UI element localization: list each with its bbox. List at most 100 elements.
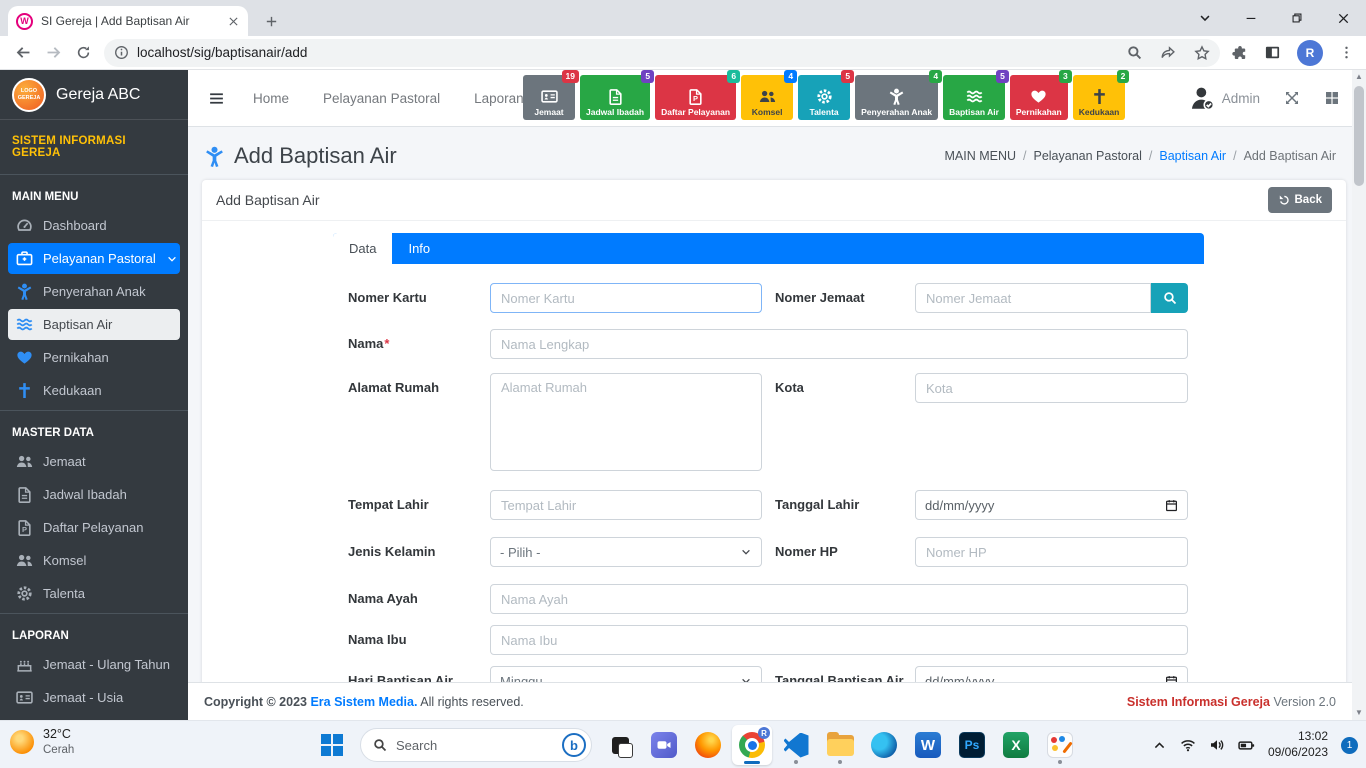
chat-button[interactable] (644, 725, 684, 765)
nama-input[interactable] (490, 329, 1188, 359)
tab-search-icon[interactable] (1182, 0, 1228, 36)
paint-button[interactable] (1040, 725, 1080, 765)
nav-home[interactable]: Home (236, 91, 306, 106)
sidebar-item-kedukaan[interactable]: Kedukaan (8, 375, 180, 406)
sidebar-item-talenta[interactable]: Talenta (8, 578, 180, 609)
forward-icon[interactable] (38, 39, 68, 67)
tile-penyerahan-anak[interactable]: 4 Penyerahan Anak (855, 70, 943, 120)
hamburger-menu-icon[interactable] (208, 90, 225, 108)
bookmark-star-icon[interactable] (1194, 45, 1210, 61)
nomer-kartu-input[interactable] (490, 283, 762, 313)
wifi-icon[interactable] (1180, 737, 1196, 753)
calendar-icon[interactable] (1165, 499, 1178, 512)
nomer-hp-input[interactable] (915, 537, 1188, 567)
tile-kedukaan[interactable]: 2 Kedukaan (1072, 70, 1130, 120)
battery-icon[interactable] (1238, 737, 1255, 754)
reload-icon[interactable] (68, 39, 98, 67)
breadcrumb-baptisan-air[interactable]: Baptisan Air (1159, 149, 1226, 163)
nomer-jemaat-input[interactable] (915, 283, 1151, 313)
file-explorer-button[interactable] (820, 725, 860, 765)
sidebar-brand[interactable]: LOGO GEREJA Gereja ABC (0, 70, 188, 120)
weather-widget[interactable]: 32°C Cerah (10, 727, 74, 757)
fullscreen-expand-icon[interactable] (1284, 90, 1300, 106)
tempat-lahir-input[interactable] (490, 490, 762, 520)
tile-pernikahan[interactable]: 3 Pernikahan (1009, 70, 1072, 120)
volume-icon[interactable] (1209, 737, 1225, 753)
sidebar-item-dashboard[interactable]: Dashboard (8, 210, 180, 241)
sidebar-item-jadwal-ibadah[interactable]: Jadwal Ibadah (8, 479, 180, 510)
firefox-button[interactable] (688, 725, 728, 765)
sidebar-item-jemaat-usia-filter[interactable]: Jemaat - Usia (Filter) (8, 715, 180, 720)
file-p-icon (689, 88, 702, 105)
tray-chevron-up-icon[interactable] (1152, 738, 1167, 753)
tile-daftar-pelayanan[interactable]: 6 Daftar Pelayanan (655, 70, 741, 120)
tile-komsel[interactable]: 4 Komsel (741, 70, 798, 120)
tanggal-lahir-date-input[interactable]: dd/mm/yyyy (915, 490, 1188, 520)
nama-ayah-input[interactable] (490, 584, 1188, 614)
jenis-kelamin-select[interactable]: - Pilih - (490, 537, 762, 567)
photoshop-button[interactable]: Ps (952, 725, 992, 765)
page-scrollbar[interactable]: ▲ ▼ (1352, 70, 1366, 720)
tile-jadwal-ibadah[interactable]: 5 Jadwal Ibadah (580, 70, 655, 120)
breadcrumb-main-menu[interactable]: MAIN MENU (944, 149, 1016, 163)
sidebar-item-jemaat-usia[interactable]: Jemaat - Usia (8, 682, 180, 713)
sidebar-item-jemaat[interactable]: Jemaat (8, 446, 180, 477)
extensions-puzzle-icon[interactable] (1232, 45, 1248, 61)
tile-baptisan-air[interactable]: 5 Baptisan Air (943, 70, 1009, 120)
browser-menu-kebab-icon[interactable] (1339, 45, 1354, 60)
tab-info[interactable]: Info (392, 233, 446, 264)
alamat-rumah-textarea[interactable] (490, 373, 762, 471)
notification-count-badge[interactable]: 1 (1341, 736, 1358, 754)
company-link[interactable]: Era Sistem Media. (310, 695, 417, 709)
site-info-icon[interactable] (114, 45, 129, 60)
word-button[interactable]: W (908, 725, 948, 765)
minimize-button[interactable] (1228, 0, 1274, 36)
scroll-up-arrow-icon[interactable]: ▲ (1355, 72, 1363, 82)
browser-tab[interactable]: W SI Gereja | Add Baptisan Air (8, 6, 248, 36)
edge-button[interactable] (864, 725, 904, 765)
taskbar-search-input[interactable]: Search b (360, 728, 592, 762)
web-app: LOGO GEREJA Gereja ABC SISTEM INFORMASI G… (0, 70, 1366, 720)
zoom-icon[interactable] (1127, 45, 1142, 60)
task-view-button[interactable] (600, 725, 640, 765)
sidebar-item-pernikahan[interactable]: Pernikahan (8, 342, 180, 373)
excel-button[interactable]: X (996, 725, 1036, 765)
kota-input[interactable] (915, 373, 1188, 403)
sidebar-item-pelayanan-pastoral[interactable]: Pelayanan Pastoral (8, 243, 180, 274)
sidebar-item-baptisan-air[interactable]: Baptisan Air (8, 309, 180, 340)
url-text[interactable]: localhost/sig/baptisanair/add (137, 45, 1119, 60)
breadcrumb-pelayanan-pastoral[interactable]: Pelayanan Pastoral (1033, 149, 1141, 163)
address-bar[interactable]: localhost/sig/baptisanair/add (104, 38, 1220, 67)
sidebar-item-penyerahan-anak[interactable]: Penyerahan Anak (8, 276, 180, 307)
scrollbar-thumb[interactable] (1354, 86, 1364, 186)
start-button[interactable] (312, 725, 352, 765)
share-icon[interactable] (1160, 45, 1176, 61)
tab-close-icon[interactable] (227, 15, 240, 28)
chrome-profile-badge: R (758, 727, 770, 739)
nama-ibu-input[interactable] (490, 625, 1188, 655)
back-button[interactable]: Back (1267, 187, 1332, 213)
taskbar-clock[interactable]: 13:02 09/06/2023 (1268, 729, 1328, 760)
tile-jemaat[interactable]: 19 Jemaat (523, 70, 579, 120)
close-button[interactable] (1320, 0, 1366, 36)
scroll-down-arrow-icon[interactable]: ▼ (1355, 708, 1363, 718)
vscode-button[interactable] (776, 725, 816, 765)
tile-badge: 6 (727, 70, 741, 83)
sidebar-item-komsel[interactable]: Komsel (8, 545, 180, 576)
label-nama: Nama* (348, 336, 390, 351)
sidebar-item-jemaat-ulang-tahun[interactable]: Jemaat - Ulang Tahun (8, 649, 180, 680)
restore-button[interactable] (1274, 0, 1320, 36)
side-panel-icon[interactable] (1264, 44, 1281, 61)
user-menu[interactable]: Admin (1189, 85, 1260, 111)
form-card: Add Baptisan Air Back Data Info Nomer Ka (202, 180, 1346, 720)
browser-profile-avatar[interactable]: R (1297, 39, 1323, 66)
back-icon[interactable] (8, 39, 38, 67)
tab-data[interactable]: Data (333, 233, 393, 264)
chrome-button[interactable]: R (732, 725, 772, 765)
sidebar-item-daftar-pelayanan[interactable]: Daftar Pelayanan (8, 512, 180, 543)
new-tab-button[interactable] (258, 8, 284, 34)
tile-talenta[interactable]: 5 Talenta (798, 70, 855, 120)
grid-apps-icon[interactable] (1324, 90, 1340, 106)
nav-pelayanan-pastoral[interactable]: Pelayanan Pastoral (306, 91, 457, 106)
search-jemaat-button[interactable] (1151, 283, 1188, 313)
